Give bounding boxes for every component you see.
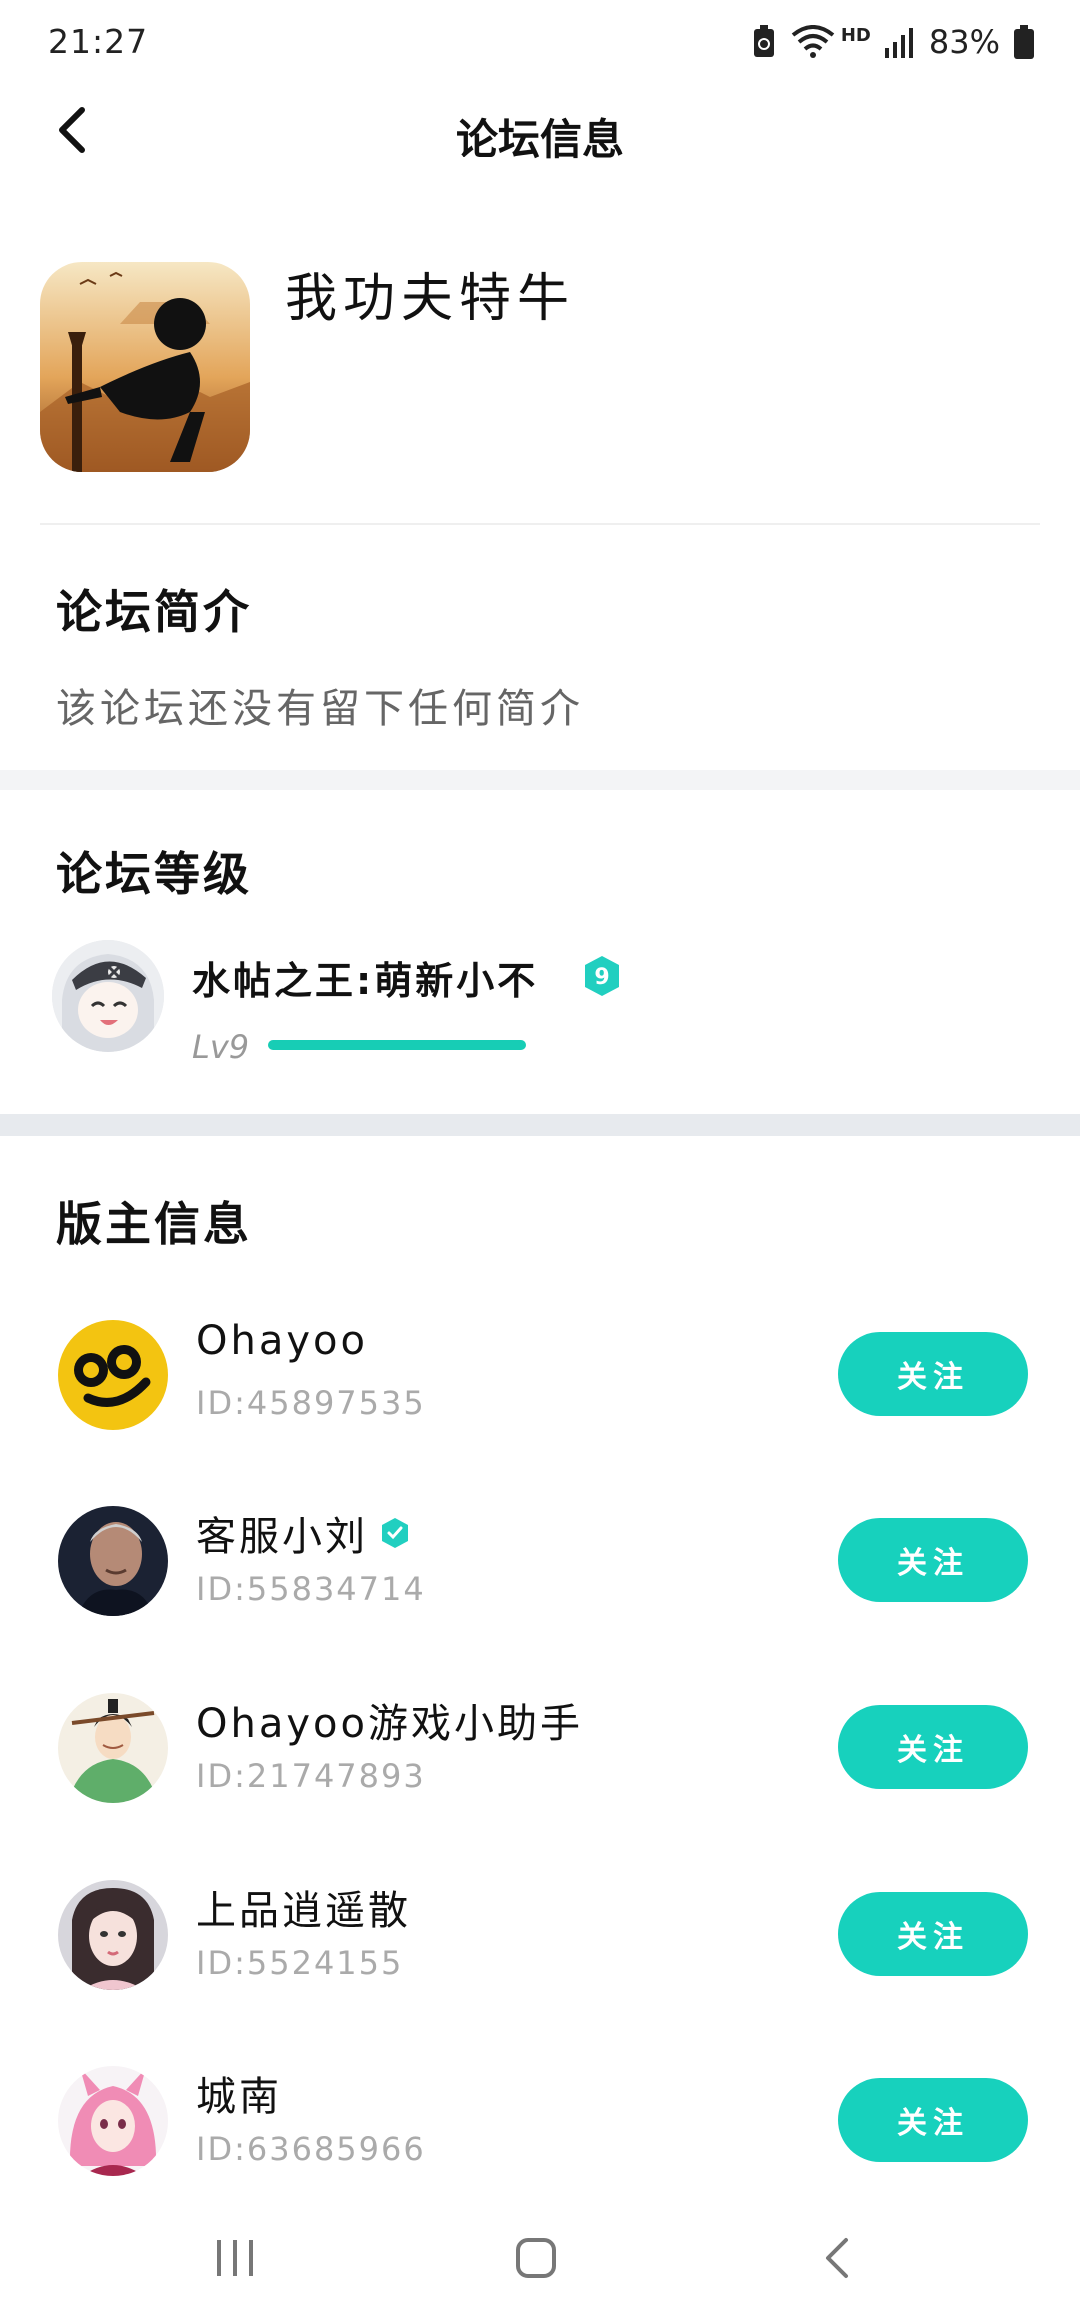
avatar bbox=[58, 1880, 168, 1990]
level-progress-fill bbox=[268, 1040, 526, 1050]
avatar bbox=[58, 2066, 168, 2176]
wifi-icon bbox=[791, 25, 835, 59]
follow-button[interactable]: 关注 bbox=[838, 1332, 1028, 1416]
avatar bbox=[52, 940, 164, 1052]
forum-card: 我功夫特牛 bbox=[0, 250, 1080, 480]
header: 论坛信息 bbox=[0, 84, 1080, 180]
signal-icon bbox=[884, 26, 915, 58]
level-title: 论坛等级 bbox=[56, 847, 252, 901]
battery-icon bbox=[1014, 25, 1034, 59]
level-row[interactable]: 水帖之王:萌新小不 9 Lv9 bbox=[0, 940, 1080, 1066]
moderator-name: Ohayoo bbox=[196, 1318, 368, 1364]
moderator-row[interactable]: 上品逍遥散 ID:5524155 关注 bbox=[0, 1872, 1080, 2002]
back-nav-button[interactable] bbox=[798, 2228, 878, 2288]
forum-name: 我功夫特牛 bbox=[285, 269, 576, 329]
home-button[interactable] bbox=[496, 2228, 576, 2288]
level-badge-icon: 9 bbox=[582, 954, 622, 998]
follow-button[interactable]: 关注 bbox=[838, 1705, 1028, 1789]
follow-button[interactable]: 关注 bbox=[838, 1892, 1028, 1976]
moderator-name: Ohayoo游戏小助手 bbox=[196, 1701, 583, 1747]
follow-button[interactable]: 关注 bbox=[838, 1518, 1028, 1602]
avatar bbox=[58, 1693, 168, 1803]
battery-percent: 83% bbox=[928, 23, 1000, 61]
moderator-row[interactable]: 客服小刘 ID:55834714 关注 bbox=[0, 1498, 1080, 1628]
moderator-name: 城南 bbox=[196, 2074, 282, 2120]
divider bbox=[40, 523, 1040, 525]
network-hd-label: HD bbox=[840, 24, 871, 46]
chevron-left-icon bbox=[826, 2238, 848, 2278]
status-time: 21:27 bbox=[48, 22, 149, 61]
moderator-id: ID:5524155 bbox=[196, 1944, 404, 1982]
section-divider bbox=[0, 1114, 1080, 1136]
intro-title: 论坛简介 bbox=[56, 585, 252, 639]
forum-icon-image bbox=[40, 262, 250, 472]
level-lv-label: Lv9 bbox=[192, 1028, 250, 1066]
verified-icon bbox=[382, 1518, 408, 1548]
level-badge-number: 9 bbox=[594, 965, 609, 990]
moderator-name: 上品逍遥散 bbox=[196, 1888, 411, 1934]
moderator-id: ID:21747893 bbox=[196, 1757, 426, 1795]
recent-apps-button[interactable] bbox=[195, 2228, 275, 2288]
level-progress-bar bbox=[268, 1040, 526, 1050]
moderator-id: ID:63685966 bbox=[196, 2130, 426, 2168]
follow-button[interactable]: 关注 bbox=[838, 2078, 1028, 2162]
section-divider bbox=[0, 770, 1080, 790]
moderators-title: 版主信息 bbox=[56, 1197, 252, 1251]
level-name: 水帖之王:萌新小不 bbox=[192, 959, 539, 1003]
status-icons: HD 83% bbox=[751, 20, 1034, 64]
moderator-row[interactable]: Ohayoo游戏小助手 ID:21747893 关注 bbox=[0, 1685, 1080, 1815]
status-bar: 21:27 HD 83% bbox=[0, 0, 1080, 84]
battery-saver-icon bbox=[751, 25, 777, 59]
page-title: 论坛信息 bbox=[455, 115, 624, 164]
home-icon bbox=[516, 2238, 556, 2278]
avatar bbox=[58, 1320, 168, 1430]
moderator-row[interactable]: Ohayoo ID:45897535 关注 bbox=[0, 1312, 1080, 1442]
intro-text: 该论坛还没有留下任何简介 bbox=[56, 686, 584, 732]
recent-apps-icon bbox=[217, 2240, 253, 2276]
moderator-name: 客服小刘 bbox=[196, 1504, 410, 1562]
moderator-id: ID:45897535 bbox=[196, 1384, 426, 1422]
system-nav-bar bbox=[0, 2200, 1080, 2316]
moderator-row[interactable]: 城南 ID:63685966 关注 bbox=[0, 2058, 1080, 2188]
avatar bbox=[58, 1506, 168, 1616]
moderator-id: ID:55834714 bbox=[196, 1570, 426, 1608]
